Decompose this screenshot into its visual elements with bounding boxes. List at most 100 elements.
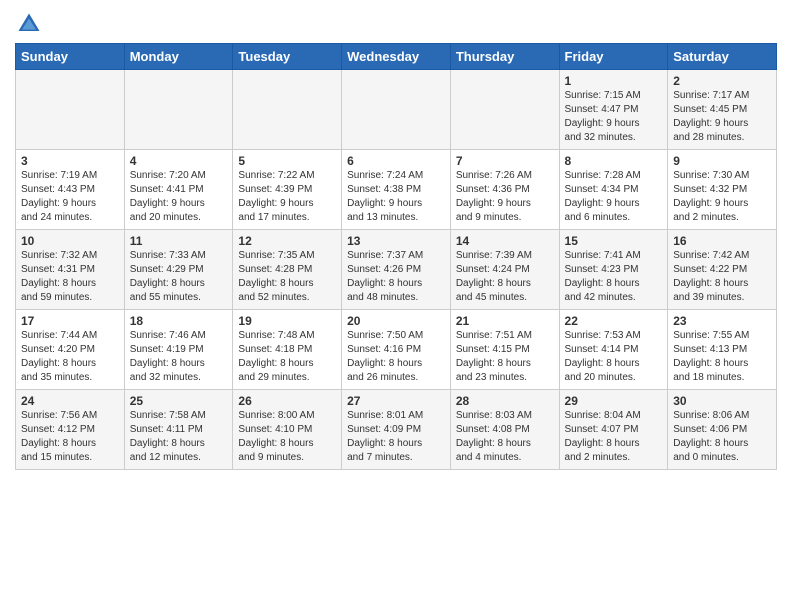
day-number: 11	[130, 234, 228, 248]
day-number: 8	[565, 154, 663, 168]
day-number: 10	[21, 234, 119, 248]
day-cell-empty	[16, 70, 125, 150]
day-number: 18	[130, 314, 228, 328]
page-container: SundayMondayTuesdayWednesdayThursdayFrid…	[0, 0, 792, 475]
week-row-2: 10Sunrise: 7:32 AM Sunset: 4:31 PM Dayli…	[16, 230, 777, 310]
day-info: Sunrise: 7:58 AM Sunset: 4:11 PM Dayligh…	[130, 409, 228, 465]
day-number: 25	[130, 394, 228, 408]
day-info: Sunrise: 7:39 AM Sunset: 4:24 PM Dayligh…	[456, 249, 554, 305]
col-header-saturday: Saturday	[668, 44, 777, 70]
day-cell-24: 24Sunrise: 7:56 AM Sunset: 4:12 PM Dayli…	[16, 390, 125, 470]
calendar-table: SundayMondayTuesdayWednesdayThursdayFrid…	[15, 43, 777, 470]
day-number: 29	[565, 394, 663, 408]
day-number: 17	[21, 314, 119, 328]
header-row: SundayMondayTuesdayWednesdayThursdayFrid…	[16, 44, 777, 70]
day-info: Sunrise: 8:06 AM Sunset: 4:06 PM Dayligh…	[673, 409, 771, 465]
day-info: Sunrise: 7:33 AM Sunset: 4:29 PM Dayligh…	[130, 249, 228, 305]
day-number: 9	[673, 154, 771, 168]
day-cell-29: 29Sunrise: 8:04 AM Sunset: 4:07 PM Dayli…	[559, 390, 668, 470]
day-cell-26: 26Sunrise: 8:00 AM Sunset: 4:10 PM Dayli…	[233, 390, 342, 470]
day-info: Sunrise: 7:19 AM Sunset: 4:43 PM Dayligh…	[21, 169, 119, 225]
day-info: Sunrise: 7:56 AM Sunset: 4:12 PM Dayligh…	[21, 409, 119, 465]
day-cell-15: 15Sunrise: 7:41 AM Sunset: 4:23 PM Dayli…	[559, 230, 668, 310]
logo	[15, 10, 47, 38]
logo-icon	[15, 10, 43, 38]
day-cell-4: 4Sunrise: 7:20 AM Sunset: 4:41 PM Daylig…	[124, 150, 233, 230]
day-info: Sunrise: 7:17 AM Sunset: 4:45 PM Dayligh…	[673, 89, 771, 145]
day-info: Sunrise: 7:55 AM Sunset: 4:13 PM Dayligh…	[673, 329, 771, 385]
col-header-thursday: Thursday	[450, 44, 559, 70]
col-header-tuesday: Tuesday	[233, 44, 342, 70]
day-cell-empty	[124, 70, 233, 150]
day-number: 6	[347, 154, 445, 168]
day-cell-25: 25Sunrise: 7:58 AM Sunset: 4:11 PM Dayli…	[124, 390, 233, 470]
day-info: Sunrise: 7:51 AM Sunset: 4:15 PM Dayligh…	[456, 329, 554, 385]
day-cell-10: 10Sunrise: 7:32 AM Sunset: 4:31 PM Dayli…	[16, 230, 125, 310]
day-cell-5: 5Sunrise: 7:22 AM Sunset: 4:39 PM Daylig…	[233, 150, 342, 230]
day-cell-9: 9Sunrise: 7:30 AM Sunset: 4:32 PM Daylig…	[668, 150, 777, 230]
day-number: 22	[565, 314, 663, 328]
day-cell-14: 14Sunrise: 7:39 AM Sunset: 4:24 PM Dayli…	[450, 230, 559, 310]
day-number: 4	[130, 154, 228, 168]
day-cell-12: 12Sunrise: 7:35 AM Sunset: 4:28 PM Dayli…	[233, 230, 342, 310]
day-cell-13: 13Sunrise: 7:37 AM Sunset: 4:26 PM Dayli…	[342, 230, 451, 310]
col-header-monday: Monday	[124, 44, 233, 70]
header	[15, 10, 777, 38]
day-info: Sunrise: 8:00 AM Sunset: 4:10 PM Dayligh…	[238, 409, 336, 465]
day-number: 5	[238, 154, 336, 168]
day-info: Sunrise: 7:50 AM Sunset: 4:16 PM Dayligh…	[347, 329, 445, 385]
day-info: Sunrise: 7:48 AM Sunset: 4:18 PM Dayligh…	[238, 329, 336, 385]
day-cell-28: 28Sunrise: 8:03 AM Sunset: 4:08 PM Dayli…	[450, 390, 559, 470]
day-cell-8: 8Sunrise: 7:28 AM Sunset: 4:34 PM Daylig…	[559, 150, 668, 230]
col-header-friday: Friday	[559, 44, 668, 70]
day-number: 2	[673, 74, 771, 88]
day-cell-7: 7Sunrise: 7:26 AM Sunset: 4:36 PM Daylig…	[450, 150, 559, 230]
day-info: Sunrise: 7:46 AM Sunset: 4:19 PM Dayligh…	[130, 329, 228, 385]
day-info: Sunrise: 7:35 AM Sunset: 4:28 PM Dayligh…	[238, 249, 336, 305]
week-row-1: 3Sunrise: 7:19 AM Sunset: 4:43 PM Daylig…	[16, 150, 777, 230]
day-cell-27: 27Sunrise: 8:01 AM Sunset: 4:09 PM Dayli…	[342, 390, 451, 470]
day-cell-6: 6Sunrise: 7:24 AM Sunset: 4:38 PM Daylig…	[342, 150, 451, 230]
day-number: 21	[456, 314, 554, 328]
day-cell-16: 16Sunrise: 7:42 AM Sunset: 4:22 PM Dayli…	[668, 230, 777, 310]
day-info: Sunrise: 7:24 AM Sunset: 4:38 PM Dayligh…	[347, 169, 445, 225]
day-info: Sunrise: 7:22 AM Sunset: 4:39 PM Dayligh…	[238, 169, 336, 225]
day-number: 13	[347, 234, 445, 248]
day-info: Sunrise: 8:03 AM Sunset: 4:08 PM Dayligh…	[456, 409, 554, 465]
day-number: 20	[347, 314, 445, 328]
day-cell-11: 11Sunrise: 7:33 AM Sunset: 4:29 PM Dayli…	[124, 230, 233, 310]
day-cell-empty	[342, 70, 451, 150]
week-row-3: 17Sunrise: 7:44 AM Sunset: 4:20 PM Dayli…	[16, 310, 777, 390]
week-row-4: 24Sunrise: 7:56 AM Sunset: 4:12 PM Dayli…	[16, 390, 777, 470]
day-number: 27	[347, 394, 445, 408]
day-cell-23: 23Sunrise: 7:55 AM Sunset: 4:13 PM Dayli…	[668, 310, 777, 390]
day-cell-22: 22Sunrise: 7:53 AM Sunset: 4:14 PM Dayli…	[559, 310, 668, 390]
day-info: Sunrise: 7:42 AM Sunset: 4:22 PM Dayligh…	[673, 249, 771, 305]
day-number: 3	[21, 154, 119, 168]
day-cell-20: 20Sunrise: 7:50 AM Sunset: 4:16 PM Dayli…	[342, 310, 451, 390]
day-info: Sunrise: 7:30 AM Sunset: 4:32 PM Dayligh…	[673, 169, 771, 225]
day-number: 7	[456, 154, 554, 168]
day-number: 12	[238, 234, 336, 248]
day-number: 15	[565, 234, 663, 248]
day-number: 23	[673, 314, 771, 328]
day-cell-empty	[450, 70, 559, 150]
day-number: 30	[673, 394, 771, 408]
day-number: 24	[21, 394, 119, 408]
col-header-sunday: Sunday	[16, 44, 125, 70]
day-number: 16	[673, 234, 771, 248]
day-info: Sunrise: 7:32 AM Sunset: 4:31 PM Dayligh…	[21, 249, 119, 305]
day-number: 14	[456, 234, 554, 248]
day-info: Sunrise: 7:41 AM Sunset: 4:23 PM Dayligh…	[565, 249, 663, 305]
day-info: Sunrise: 7:20 AM Sunset: 4:41 PM Dayligh…	[130, 169, 228, 225]
col-header-wednesday: Wednesday	[342, 44, 451, 70]
day-cell-30: 30Sunrise: 8:06 AM Sunset: 4:06 PM Dayli…	[668, 390, 777, 470]
day-info: Sunrise: 8:04 AM Sunset: 4:07 PM Dayligh…	[565, 409, 663, 465]
day-number: 19	[238, 314, 336, 328]
day-cell-17: 17Sunrise: 7:44 AM Sunset: 4:20 PM Dayli…	[16, 310, 125, 390]
day-cell-19: 19Sunrise: 7:48 AM Sunset: 4:18 PM Dayli…	[233, 310, 342, 390]
day-cell-21: 21Sunrise: 7:51 AM Sunset: 4:15 PM Dayli…	[450, 310, 559, 390]
day-number: 26	[238, 394, 336, 408]
week-row-0: 1Sunrise: 7:15 AM Sunset: 4:47 PM Daylig…	[16, 70, 777, 150]
day-cell-3: 3Sunrise: 7:19 AM Sunset: 4:43 PM Daylig…	[16, 150, 125, 230]
